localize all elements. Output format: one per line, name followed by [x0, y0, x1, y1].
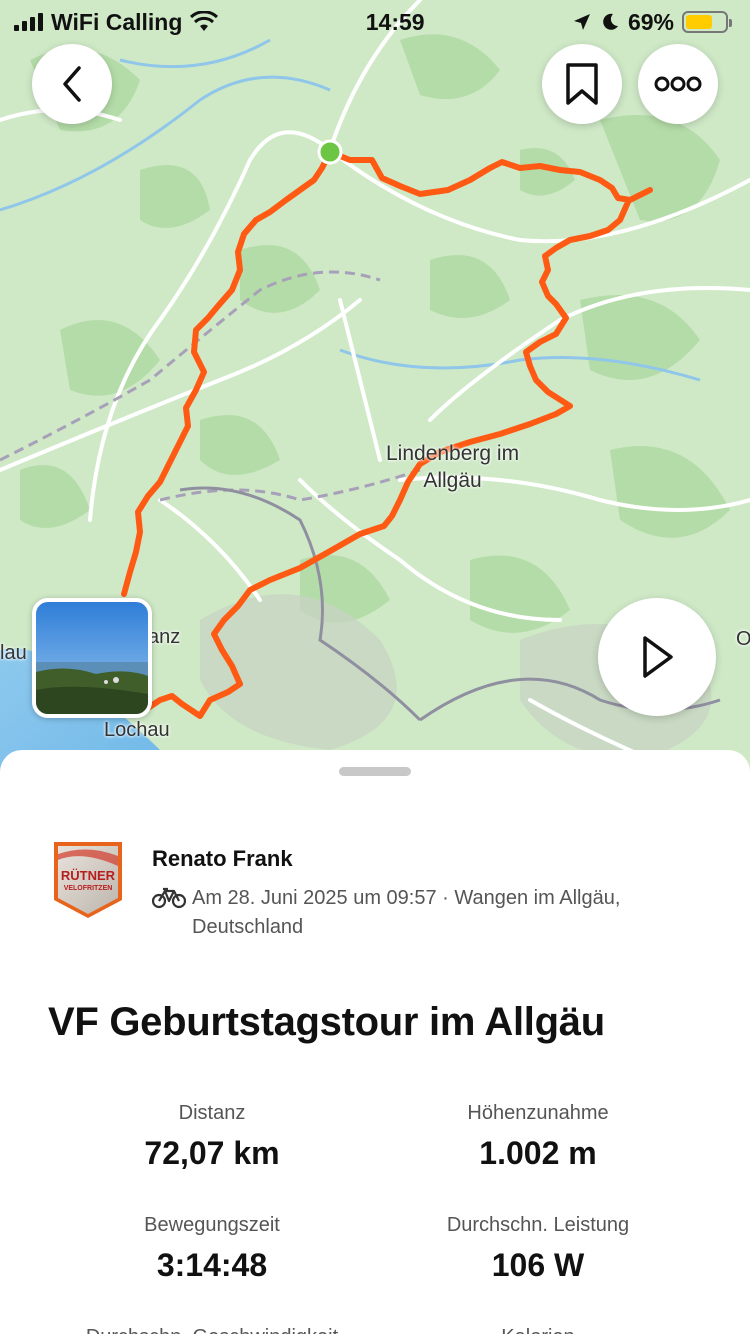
map-label-left: lau [0, 642, 27, 664]
battery-icon [682, 11, 732, 33]
stat-value: 1.002 m [479, 1135, 597, 1171]
stat-label: Höhenzunahme [467, 1102, 609, 1124]
status-bar-left: WiFi Calling [14, 8, 219, 36]
stat-calories: Kalorien [388, 1326, 688, 1334]
stat-moving-time: Bewegungszeit 3:14:48 [62, 1214, 362, 1284]
activity-meta: Am 28. Juni 2025 um 09:57 · Wangen im Al… [151, 884, 712, 942]
chevron-left-icon [63, 66, 81, 102]
svg-text:RÜTNER: RÜTNER [61, 868, 116, 883]
stat-value: 72,07 km [144, 1135, 280, 1171]
landscape-photo [36, 602, 148, 714]
status-bar-right: 69% [572, 8, 732, 36]
map-label-lochau: Lochau [104, 719, 170, 741]
stat-avg-power: Durchschn. Leistung 106 W [388, 1214, 688, 1284]
bike-icon [151, 884, 192, 942]
map-label-bregenz: anz [148, 626, 181, 648]
map-label-lindenberg-line2: Allgäu [423, 469, 482, 493]
status-bar: WiFi Calling 14:59 69% [0, 0, 750, 44]
athlete-name[interactable]: Renato Frank [152, 846, 293, 872]
activity-detail-sheet[interactable]: RÜTNER VELOFRITZEN Renato Frank Am 28. J… [0, 750, 750, 1334]
stat-avg-speed: Durchschn. Geschwindigkeit [62, 1326, 362, 1334]
activity-title: VF Geburtstagstour im Allgäu [48, 1000, 605, 1044]
wifi-icon [190, 11, 219, 31]
stat-value: 106 W [491, 1247, 585, 1283]
map-label-lindenberg-line1: Lindenberg im [386, 442, 520, 465]
map-label-right: O [736, 628, 750, 650]
moon-icon [603, 13, 618, 30]
play-icon [643, 636, 673, 678]
stat-elevation-gain: Höhenzunahme 1.002 m [388, 1102, 688, 1172]
activity-date-location: Am 28. Juni 2025 um 09:57 · Wangen im Al… [192, 887, 621, 938]
club-logo-image: RÜTNER VELOFRITZEN [54, 842, 122, 918]
stat-label: Durchschn. Geschwindigkeit [62, 1326, 362, 1334]
stat-label: Distanz [178, 1102, 246, 1124]
more-dots-icon [654, 76, 702, 92]
stat-distance: Distanz 72,07 km [62, 1102, 362, 1172]
stat-label: Durchschn. Leistung [446, 1214, 630, 1236]
svg-text:VELOFRITZEN: VELOFRITZEN [64, 885, 113, 892]
battery-fill [686, 15, 713, 29]
battery-percent: 69% [627, 8, 674, 35]
more-options-button[interactable] [638, 44, 718, 124]
start-marker [317, 139, 343, 165]
play-flyover-button[interactable] [598, 598, 716, 716]
stat-label: Bewegungszeit [144, 1214, 280, 1236]
stat-value: 3:14:48 [156, 1247, 268, 1283]
sheet-drag-handle[interactable] [339, 767, 411, 776]
club-badge[interactable]: RÜTNER VELOFRITZEN [52, 840, 124, 920]
activity-photo-thumbnail[interactable] [32, 598, 152, 718]
clock: 14:59 [365, 8, 425, 35]
map-label-lindenberg: Lindenberg im Allgäu [386, 440, 519, 495]
cellular-signal-icon [14, 13, 43, 31]
stat-label: Kalorien [388, 1326, 688, 1334]
bookmark-button[interactable] [542, 44, 622, 124]
back-button[interactable] [32, 44, 112, 124]
bookmark-icon [566, 63, 598, 105]
carrier-label: WiFi Calling [51, 8, 183, 35]
location-arrow-icon [573, 14, 590, 30]
